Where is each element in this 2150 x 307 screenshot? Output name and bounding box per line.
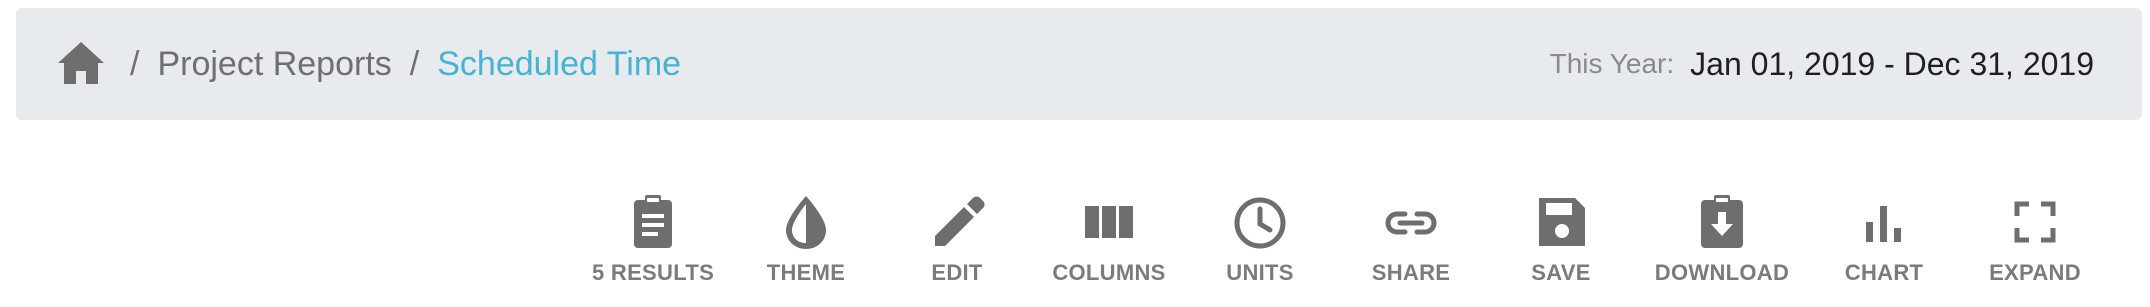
expand-icon	[2014, 201, 2056, 243]
results-button[interactable]: 5 RESULTS	[578, 192, 728, 286]
units-label: UNITS	[1226, 260, 1294, 285]
link-icon	[1385, 211, 1437, 235]
theme-button[interactable]: THEME	[731, 192, 881, 286]
bar-chart-icon	[1866, 206, 1901, 242]
theme-label: THEME	[766, 260, 846, 285]
results-label: 5 RESULTS	[591, 260, 715, 285]
pencil-icon	[935, 196, 985, 246]
chart-button[interactable]: CHART	[1809, 192, 1959, 286]
download-button[interactable]: DOWNLOAD	[1647, 192, 1797, 286]
breadcrumb: / Project Reports / Scheduled Time	[56, 8, 699, 120]
save-label: SAVE	[1531, 260, 1591, 285]
clipboard-list-icon	[634, 195, 672, 248]
header-bar: / Project Reports / Scheduled Time This …	[16, 8, 2142, 120]
download-label: DOWNLOAD	[1654, 260, 1790, 285]
floppy-disk-icon	[1539, 198, 1585, 246]
share-button[interactable]: SHARE	[1336, 192, 1486, 286]
clock-icon	[1234, 197, 1286, 249]
units-button[interactable]: UNITS	[1185, 192, 1335, 286]
clipboard-download-icon	[1701, 195, 1743, 248]
chart-label: CHART	[1844, 260, 1924, 285]
expand-button[interactable]: EXPAND	[1960, 192, 2110, 286]
breadcrumb-separator: /	[409, 44, 420, 83]
breadcrumb-item-project-reports[interactable]: Project Reports	[157, 45, 391, 84]
home-icon[interactable]	[56, 40, 106, 86]
edit-label: EDIT	[931, 260, 983, 285]
breadcrumb-separator: /	[130, 44, 140, 83]
breadcrumb-item-scheduled-time[interactable]: Scheduled Time	[437, 45, 681, 84]
columns-label: COLUMNS	[1052, 260, 1166, 285]
date-range-label: This Year:	[1549, 48, 1675, 79]
date-range-value[interactable]: Jan 01, 2019 - Dec 31, 2019	[1690, 46, 2094, 83]
share-label: SHARE	[1371, 260, 1451, 285]
edit-button[interactable]: EDIT	[882, 192, 1032, 286]
expand-label: EXPAND	[1989, 260, 2081, 285]
report-toolbar: 5 RESULTS THEME EDIT COLUMNS UNITS SHARE…	[0, 192, 2150, 307]
date-range[interactable]: This Year: Jan 01, 2019 - Dec 31, 2019	[1550, 8, 2094, 120]
columns-icon	[1085, 206, 1133, 238]
save-button[interactable]: SAVE	[1486, 192, 1636, 286]
columns-button[interactable]: COLUMNS	[1034, 192, 1184, 286]
droplet-icon	[786, 196, 826, 249]
